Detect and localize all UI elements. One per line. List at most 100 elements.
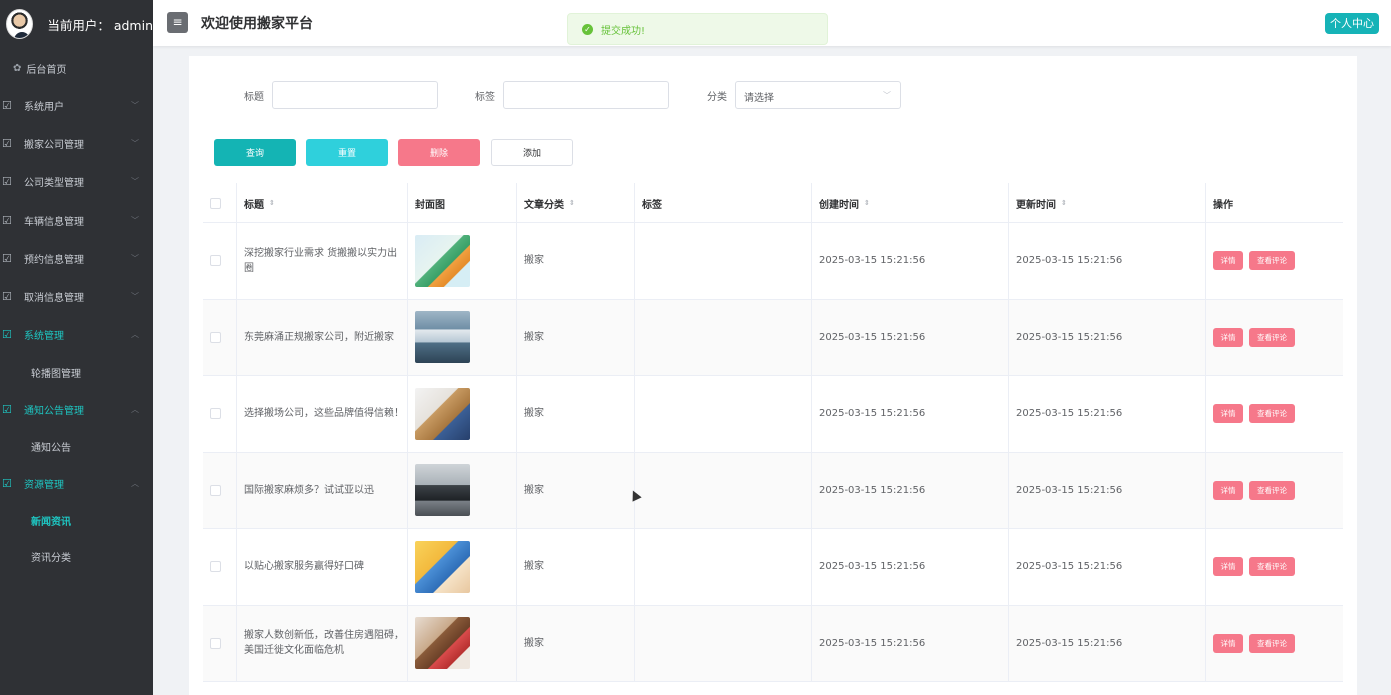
sidebar-item-cancellations[interactable]: ☑ 取消信息管理 ﹀ <box>0 277 153 315</box>
view-comments-button[interactable]: 查看评论 <box>1249 480 1295 500</box>
reset-button[interactable]: 重置 <box>306 139 388 166</box>
detail-button[interactable]: 详情 <box>1213 480 1243 500</box>
sidebar-item-label: 公司类型管理 <box>24 178 84 190</box>
sidebar-subitem-notice[interactable]: 通知公告 <box>0 428 153 464</box>
column-header-cover: 封面图 <box>408 183 517 223</box>
column-header-label: 封面图 <box>415 199 445 211</box>
view-comments-button[interactable]: 查看评论 <box>1249 327 1295 347</box>
updated-cell: 2025-03-15 15:21:56 <box>1009 605 1206 681</box>
sidebar-subitem-carousel[interactable]: 轮播图管理 <box>0 354 153 390</box>
detail-button[interactable]: 详情 <box>1213 327 1243 347</box>
actions-cell: 详情 查看评论 <box>1206 529 1343 605</box>
sidebar-item-moving-companies[interactable]: ☑ 搬家公司管理 ﹀ <box>0 124 153 162</box>
table-row: 搬家人数创新低，改善住房遇阻碍，美国迁徙文化面临危机 搬家 2025-03-15… <box>203 605 1343 682</box>
sidebar-item-home[interactable]: ✿ 后台首页 <box>0 50 153 86</box>
tags-search-input[interactable] <box>503 81 669 109</box>
title-cell: 以贴心搬家服务赢得好口碑 <box>237 529 408 605</box>
cover-cell <box>408 376 517 452</box>
detail-button[interactable]: 详情 <box>1213 404 1243 424</box>
view-comments-button[interactable]: 查看评论 <box>1249 633 1295 653</box>
chevron-down-icon: ﹀ <box>131 177 139 187</box>
cover-image[interactable] <box>415 234 470 287</box>
table-row: 深挖搬家行业需求 货搬搬以实力出圈 搬家 2025-03-15 15:21:56… <box>203 223 1343 300</box>
sidebar-subitem-label: 资讯分类 <box>31 553 71 565</box>
sidebar-item-label: 搬家公司管理 <box>24 139 84 151</box>
edit-icon: ☑ <box>2 328 12 342</box>
sort-icon[interactable]: ⇕ <box>864 199 870 207</box>
sidebar-item-company-types[interactable]: ☑ 公司类型管理 ﹀ <box>0 163 153 201</box>
chevron-down-icon: ﹀ <box>131 253 139 263</box>
news-table: 标题 ⇕ 封面图 文章分类 ⇕ 标签 创建时间 ⇕ 更新时间 ⇕ 操作 深挖搬家行业需求… <box>203 183 1343 682</box>
detail-button[interactable]: 详情 <box>1213 251 1243 271</box>
chevron-up-icon: ︿ <box>131 330 139 340</box>
select-all-checkbox[interactable] <box>210 197 221 209</box>
actions-cell: 详情 查看评论 <box>1206 223 1343 299</box>
updated-cell: 2025-03-15 15:21:56 <box>1009 376 1206 452</box>
edit-icon: ☑ <box>2 98 12 112</box>
sidebar-item-label: 后台首页 <box>26 64 67 76</box>
sidebar-subitem-news-categories[interactable]: 资讯分类 <box>0 539 153 575</box>
created-cell: 2025-03-15 15:21:56 <box>812 529 1009 605</box>
avatar[interactable] <box>6 9 34 39</box>
detail-button[interactable]: 详情 <box>1213 557 1243 577</box>
profile-button[interactable]: 个人中心 <box>1325 13 1379 34</box>
menu-toggle-icon[interactable]: ≡ <box>167 12 188 33</box>
row-checkbox[interactable] <box>210 561 221 573</box>
title-cell: 搬家人数创新低，改善住房遇阻碍，美国迁徙文化面临危机 <box>237 605 408 681</box>
cover-image[interactable] <box>415 540 470 593</box>
row-checkbox-cell <box>203 529 237 605</box>
cover-image[interactable] <box>415 464 470 517</box>
sidebar-item-label: 取消信息管理 <box>24 293 84 305</box>
column-header-created[interactable]: 创建时间 ⇕ <box>812 183 1009 223</box>
category-cell: 搬家 <box>517 529 635 605</box>
sidebar-item-vehicles[interactable]: ☑ 车辆信息管理 ﹀ <box>0 201 153 239</box>
view-comments-button[interactable]: 查看评论 <box>1249 404 1295 424</box>
row-checkbox[interactable] <box>210 255 221 267</box>
category-select[interactable]: 请选择 ﹀ <box>735 81 901 109</box>
row-checkbox[interactable] <box>210 331 221 343</box>
column-header-updated[interactable]: 更新时间 ⇕ <box>1009 183 1206 223</box>
view-comments-button[interactable]: 查看评论 <box>1249 251 1295 271</box>
row-checkbox[interactable] <box>210 408 221 420</box>
sidebar-item-system-management[interactable]: ☑ 系统管理 ︿ <box>0 316 153 354</box>
main-card: 标题 标签 分类 请选择 ﹀ 查询 重置 删除 添加 标题 ⇕ 封面图 文章分类 ⇕… <box>189 56 1357 695</box>
created-cell: 2025-03-15 15:21:56 <box>812 605 1009 681</box>
view-comments-button[interactable]: 查看评论 <box>1249 557 1295 577</box>
created-cell: 2025-03-15 15:21:56 <box>812 223 1009 299</box>
sidebar-subitem-label: 新闻资讯 <box>31 517 71 529</box>
title-search-input[interactable] <box>272 81 438 109</box>
row-checkbox[interactable] <box>210 484 221 496</box>
current-user-label: 当前用户： admin <box>47 17 153 33</box>
cover-image[interactable] <box>415 387 470 440</box>
title-cell: 深挖搬家行业需求 货搬搬以实力出圈 <box>237 223 408 299</box>
category-cell: 搬家 <box>517 605 635 681</box>
category-select-placeholder: 请选择 <box>744 93 774 104</box>
add-button[interactable]: 添加 <box>491 139 573 166</box>
column-header-title[interactable]: 标题 ⇕ <box>237 183 408 223</box>
sidebar-item-resources[interactable]: ☑ 资源管理 ︿ <box>0 464 153 502</box>
sidebar-item-announcements[interactable]: ☑ 通知公告管理 ︿ <box>0 390 153 428</box>
cover-image[interactable] <box>415 311 470 364</box>
category-cell: 搬家 <box>517 223 635 299</box>
sidebar-subitem-news[interactable]: 新闻资讯 <box>0 503 153 539</box>
cover-image[interactable] <box>415 617 470 670</box>
delete-button[interactable]: 删除 <box>398 139 480 166</box>
sort-icon[interactable]: ⇕ <box>269 199 275 207</box>
column-header-category[interactable]: 文章分类 ⇕ <box>517 183 635 223</box>
sidebar-item-label: 通知公告管理 <box>24 405 84 417</box>
category-cell: 搬家 <box>517 376 635 452</box>
sort-icon[interactable]: ⇕ <box>569 199 575 207</box>
tags-cell <box>635 223 812 299</box>
sidebar-item-appointments[interactable]: ☑ 预约信息管理 ﹀ <box>0 239 153 277</box>
detail-button[interactable]: 详情 <box>1213 633 1243 653</box>
row-checkbox[interactable] <box>210 637 221 649</box>
sidebar-item-system-users[interactable]: ☑ 系统用户 ﹀ <box>0 86 153 124</box>
sort-icon[interactable]: ⇕ <box>1061 199 1067 207</box>
table-row: 东莞麻涌正规搬家公司，附近搬家 搬家 2025-03-15 15:21:56 2… <box>203 299 1343 376</box>
title-cell: 国际搬家麻烦多？试试亚以迅 <box>237 452 408 528</box>
sidebar-item-label: 系统管理 <box>24 331 64 343</box>
tags-cell <box>635 605 812 681</box>
table-row: 以贴心搬家服务赢得好口碑 搬家 2025-03-15 15:21:56 2025… <box>203 529 1343 606</box>
cover-cell <box>408 605 517 681</box>
query-button[interactable]: 查询 <box>214 139 296 166</box>
